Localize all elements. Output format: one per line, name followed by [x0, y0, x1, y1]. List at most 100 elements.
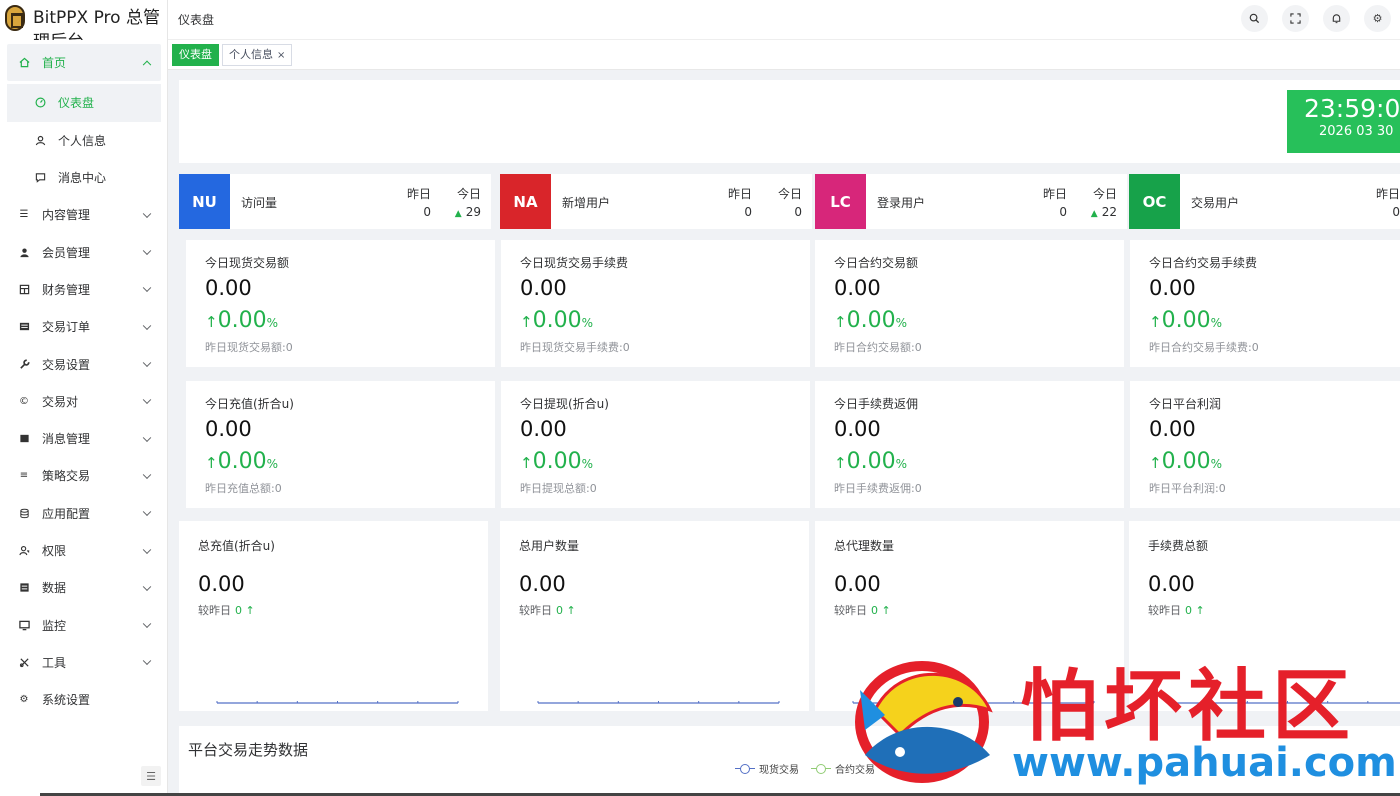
sidebar-item-label: 个人信息 [58, 133, 107, 148]
arrow-up-icon: ↑ [205, 454, 218, 472]
metric-footer: 昨日平台利润:0 [1149, 482, 1226, 495]
notification-button[interactable] [1323, 5, 1350, 32]
dashboard-icon [34, 97, 46, 109]
metric-change: ↑0.00% [834, 308, 1124, 333]
user-icon [34, 134, 46, 146]
sidebar-item-message-management[interactable]: 消息管理 [0, 420, 168, 457]
stat-yesterday-value: 0 [423, 205, 431, 219]
metric-footer: 昨日合约交易手续费:0 [1149, 341, 1259, 354]
sidebar-item-profile[interactable]: 个人信息 [0, 122, 168, 159]
metric-footer: 昨日充值总额:0 [205, 482, 282, 495]
total-value: 0.00 [519, 572, 566, 596]
stat-yesterday: 昨日 0 [407, 185, 431, 221]
search-button[interactable] [1241, 5, 1268, 32]
sidebar-item-system-settings[interactable]: ⚙ 系统设置 [0, 681, 168, 718]
compare-label: 较昨日 [1148, 604, 1181, 617]
sidebar-item-members[interactable]: 会员管理 [0, 233, 168, 270]
sidebar-item-home[interactable]: 首页 [7, 44, 161, 82]
stat-badge: NA [500, 174, 551, 229]
stat-yesterday-value: 0 [1392, 205, 1400, 219]
sidebar-item-label: 消息中心 [58, 171, 107, 186]
close-icon[interactable]: × [277, 50, 285, 61]
compare-value: 0 [556, 604, 563, 617]
sidebar-item-trading-pairs[interactable]: © 交易对 [0, 383, 168, 420]
tags-view: 仪表盘 个人信息 × [168, 40, 1400, 70]
stat-card[interactable]: NA 新增用户 昨日 0 今日 0 [500, 174, 812, 229]
message-box-icon [18, 433, 30, 445]
total-card: 总充值(折合u) 0.00 较昨日 0 ↑ [179, 521, 488, 711]
legend-item-spot[interactable]: 现货交易 [735, 761, 799, 776]
metric-change-value: 0.00 [217, 308, 267, 333]
metric-footer: 昨日现货交易额:0 [205, 341, 293, 354]
sidebar-item-label: 内容管理 [42, 208, 91, 223]
sidebar-item-data[interactable]: 数据 [0, 569, 168, 606]
settings-button[interactable]: ⚙ [1364, 5, 1391, 32]
bell-icon [1332, 14, 1341, 24]
stat-yesterday-label: 昨日 [727, 187, 752, 201]
monitor-icon [18, 619, 30, 631]
stat-card[interactable]: NU 访问量 昨日 0 今日 ▲ 29 [179, 174, 491, 229]
metric-change-unit: % [1210, 316, 1222, 330]
collapse-sidebar-button[interactable]: ☰ [141, 766, 161, 786]
metric-title: 今日提现(折合u) [520, 397, 609, 411]
stat-today: 今日 0 [778, 185, 802, 221]
metric-value: 0.00 [1149, 417, 1196, 441]
sidebar-item-dashboard[interactable]: 仪表盘 [7, 84, 161, 122]
compare-label: 较昨日 [198, 604, 231, 617]
arrow-up-icon: ↑ [834, 313, 847, 331]
sidebar-item-messages[interactable]: 消息中心 [0, 159, 168, 196]
sidebar-item-label: 权限 [42, 544, 67, 558]
metric-change-value: 0.00 [1161, 449, 1211, 474]
sidebar-item-orders[interactable]: 交易订单 [0, 308, 168, 345]
stat-label: 访问量 [241, 196, 278, 210]
sidebar-item-content[interactable]: ☰ 内容管理 [0, 196, 168, 233]
tag-dashboard[interactable]: 仪表盘 [172, 44, 219, 66]
metric-card: 今日充值(折合u) 0.00 ↑0.00% 昨日充值总额:0 [186, 381, 495, 508]
list-icon: ☰ [19, 209, 29, 221]
stat-card[interactable]: LC 登录用户 昨日 0 今日 ▲ 22 [815, 174, 1127, 229]
sidebar-item-finance[interactable]: 财务管理 [0, 271, 168, 308]
sidebar-item-permissions[interactable]: 权限 [0, 532, 168, 569]
fish-logo-icon [855, 661, 993, 783]
sidebar-item-tools[interactable]: 工具 [0, 644, 168, 681]
arrow-up-icon: ↑ [1149, 313, 1162, 331]
metric-value: 0.00 [1149, 276, 1196, 300]
fullscreen-icon [1290, 13, 1301, 24]
sidebar-item-strategy[interactable]: ≡ 策略交易 [0, 457, 168, 494]
metric-card: 今日合约交易手续费 0.00 ↑0.00% 昨日合约交易手续费:0 [1130, 240, 1400, 367]
stat-today-value: 22 [1101, 205, 1117, 219]
stat-today: 今日 ▲ 22 [1091, 185, 1117, 223]
sidebar-item-label: 系统设置 [42, 693, 91, 708]
sidebar-item-app-config[interactable]: 应用配置 [0, 495, 168, 532]
fullscreen-button[interactable] [1282, 5, 1309, 32]
metric-card: 今日平台利润 0.00 ↑0.00% 昨日平台利润:0 [1130, 381, 1400, 508]
tag-profile[interactable]: 个人信息 × [222, 44, 293, 66]
stat-card[interactable]: OC 交易用户 昨日 0 [1129, 174, 1400, 229]
chevron-down-icon [142, 656, 152, 666]
stat-today-label: 今日 [1092, 187, 1117, 201]
arrow-up-icon: ↑ [205, 313, 218, 331]
metric-change: ↑0.00% [1149, 449, 1400, 474]
legend-swatch-contract [811, 763, 831, 774]
breadcrumb[interactable]: 仪表盘 [178, 11, 214, 28]
metric-footer: 昨日手续费返佣:0 [834, 482, 922, 495]
search-icon [1249, 13, 1260, 24]
chevron-down-icon [142, 321, 152, 330]
sidebar-item-monitor[interactable]: 监控 [0, 606, 168, 643]
arrow-up-icon: ↑ [520, 313, 533, 331]
sidebar-item-trade-settings[interactable]: 交易设置 [0, 345, 168, 382]
chevron-up-icon [142, 60, 152, 69]
chevron-down-icon [142, 545, 152, 554]
stat-label: 新增用户 [562, 196, 611, 210]
compare-label: 较昨日 [519, 604, 552, 617]
total-value: 0.00 [1148, 572, 1195, 596]
metric-value: 0.00 [520, 276, 567, 300]
stat-today-label: 今日 [777, 187, 802, 201]
metric-change-value: 0.00 [532, 449, 582, 474]
stat-yesterday-label: 昨日 [406, 187, 431, 201]
chevron-down-icon [142, 433, 152, 442]
logo-icon [5, 5, 25, 31]
metric-value: 0.00 [205, 417, 252, 441]
sidebar-item-label: 消息管理 [42, 432, 91, 447]
logo[interactable]: BitPPX Pro 总管理后台 [0, 0, 168, 40]
